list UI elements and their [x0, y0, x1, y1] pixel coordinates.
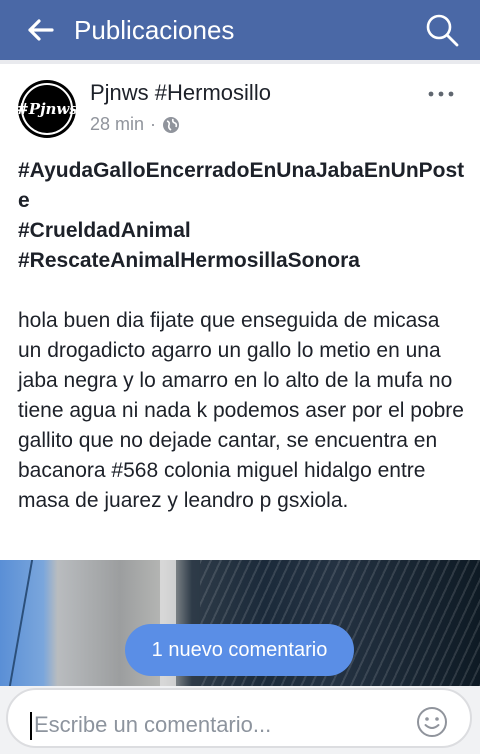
- comment-input[interactable]: [32, 706, 416, 744]
- post-content: #AyudaGalloEncerradoEnUnaJabaEnUnPoste #…: [18, 156, 468, 516]
- hashtag-link[interactable]: #AyudaGalloEncerradoEnUnaJabaEnUnPoste: [18, 156, 468, 216]
- meta-separator: ·: [150, 114, 157, 134]
- avatar[interactable]: #Pjnws: [18, 80, 76, 138]
- search-icon: [426, 14, 459, 47]
- arrow-left-icon: [28, 19, 54, 41]
- hashtag-list: #AyudaGalloEncerradoEnUnaJabaEnUnPoste #…: [18, 156, 468, 276]
- post-author[interactable]: Pjnws #Hermosillo: [90, 80, 271, 106]
- back-button[interactable]: [10, 0, 70, 60]
- hashtag-link[interactable]: #RescateAnimalHermosillaSonora: [18, 246, 468, 276]
- post-body: hola buen dia fijate que enseguida de mi…: [18, 309, 464, 512]
- more-horizontal-icon: [428, 91, 454, 97]
- page-title: Publicaciones: [74, 14, 235, 45]
- comment-box[interactable]: [6, 688, 472, 748]
- globe-icon: [163, 116, 180, 133]
- smiley-icon[interactable]: [416, 706, 448, 738]
- avatar-logo: #Pjnws: [18, 100, 76, 118]
- post-time[interactable]: 28 min: [90, 114, 144, 135]
- comment-composer: [0, 686, 480, 754]
- top-app-bar: Publicaciones: [0, 0, 480, 60]
- post-header: #Pjnws Pjnws #Hermosillo 28 min ·: [0, 64, 480, 146]
- new-comment-pill[interactable]: 1 nuevo comentario: [125, 624, 354, 676]
- search-button[interactable]: [412, 0, 472, 60]
- hashtag-link[interactable]: #CrueldadAnimal: [18, 216, 468, 246]
- more-options-button[interactable]: [428, 78, 454, 104]
- post-meta: 28 min ·: [90, 114, 180, 135]
